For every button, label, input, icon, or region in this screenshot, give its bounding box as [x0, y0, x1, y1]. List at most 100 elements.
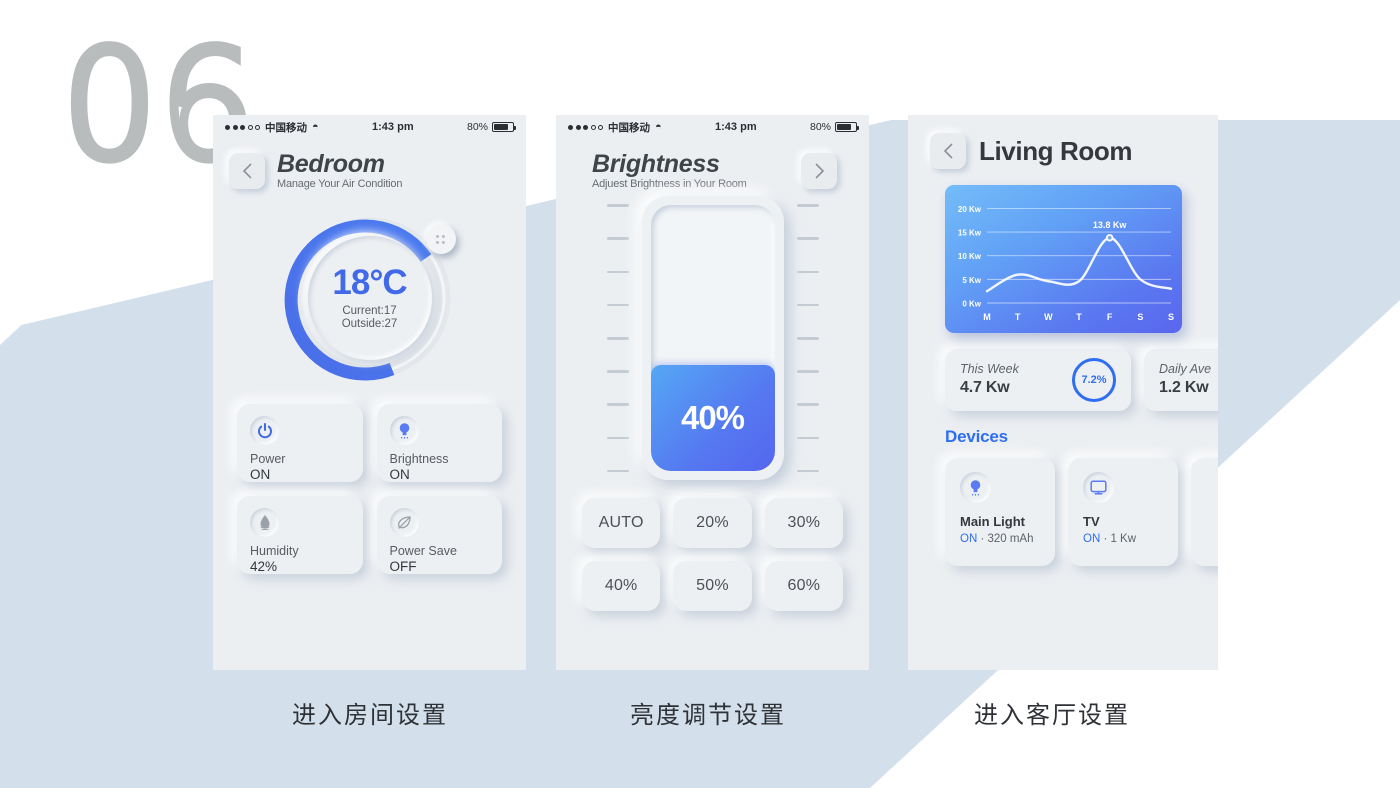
slider-ticks-left	[606, 204, 629, 473]
device-status: ON · 1 Kw	[1083, 533, 1178, 545]
control-card-value: ON	[389, 466, 410, 482]
bedroom-title-block: Bedroom Manage Your Air Condition	[277, 150, 403, 191]
living-room-header: Living Room	[908, 115, 1218, 169]
chevron-left-icon	[242, 163, 252, 179]
tv-icon	[1083, 472, 1114, 503]
page-subtitle: Manage Your Air Condition	[277, 178, 403, 191]
chevron-left-icon	[943, 143, 953, 159]
brightness-slider[interactable]: 40%	[641, 196, 784, 481]
device-status-detail: · 320 mAh	[977, 532, 1034, 545]
device-card-partial[interactable]	[1191, 458, 1218, 566]
phone-screen-living-room: Living Room 0 Kw 5 Kw 10 Kw 15 Kw 20 Kw M T W T F…	[908, 115, 1218, 670]
slider-fill[interactable]: 40%	[650, 364, 775, 472]
svg-text:M: M	[983, 312, 991, 322]
signal-dots-icon	[568, 124, 603, 130]
battery-icon	[492, 122, 516, 132]
droplet-icon	[250, 508, 279, 538]
svg-text:10 Kw: 10 Kw	[958, 252, 982, 261]
page-subtitle: Adjuest Brightness in Your Room	[592, 178, 747, 191]
svg-text:W: W	[1044, 312, 1053, 322]
brightness-header: Brightness Adjuest Brightness in Your Ro…	[556, 139, 869, 190]
svg-text:20 Kw: 20 Kw	[958, 205, 982, 214]
preset-button-auto[interactable]: AUTO	[582, 498, 661, 549]
stat-text-block: Daily Ave 1.2 Kw	[1159, 361, 1211, 398]
battery-percent-label: 80%	[809, 121, 831, 133]
preset-button-30[interactable]: 30%	[764, 498, 843, 549]
device-status-state: ON	[960, 532, 978, 545]
preset-button-40[interactable]: 40%	[582, 561, 661, 612]
clock-label: 1:43 pm	[372, 121, 414, 133]
caption-brightness: 亮度调节设置	[630, 701, 786, 729]
dial-knob-icon[interactable]	[425, 224, 456, 255]
dial-temperature: 18°C	[332, 262, 407, 302]
svg-text:0 Kw: 0 Kw	[962, 300, 981, 309]
brightness-title-block: Brightness Adjuest Brightness in Your Ro…	[592, 151, 747, 191]
forward-button[interactable]	[801, 152, 837, 189]
device-cards: Main Light ON · 320 mAh TV ON · 1 Kw	[908, 447, 1218, 566]
control-card-label: Brightness	[389, 452, 449, 467]
wifi-icon: ◓	[312, 121, 319, 133]
preset-button-20[interactable]: 20%	[673, 498, 752, 549]
phone-screen-brightness: 中国移动 ◓ 1:43 pm 80% Brightness Adjuest Br…	[556, 115, 869, 670]
battery-icon	[835, 122, 859, 132]
stat-label: Daily Ave	[1159, 362, 1212, 377]
bulb-icon	[960, 472, 991, 503]
preset-button-60[interactable]: 60%	[764, 561, 843, 612]
power-icon	[250, 416, 279, 446]
stat-card-this-week[interactable]: This Week 4.7 Kw 7.2%	[945, 349, 1131, 411]
caption-bedroom: 进入房间设置	[292, 701, 448, 729]
status-bar-left: 中国移动 ◓	[225, 120, 319, 135]
page-title: Living Room	[979, 135, 1133, 166]
stat-card-daily-average[interactable]: Daily Ave 1.2 Kw	[1144, 349, 1218, 411]
slider-track[interactable]: 40%	[650, 205, 775, 472]
stat-value: 1.2 Kw	[1159, 378, 1209, 396]
preset-button-50[interactable]: 50%	[673, 561, 752, 612]
status-bar-left: 中国移动 ◓	[568, 120, 662, 135]
control-card-power[interactable]: Power ON	[237, 404, 363, 483]
carrier-label: 中国移动	[265, 121, 307, 134]
control-card-power-save[interactable]: Power Save OFF	[376, 496, 502, 575]
device-name: TV	[1083, 514, 1100, 529]
battery-percent-label: 80%	[466, 121, 488, 133]
chevron-right-icon	[814, 163, 824, 179]
control-card-value: 42%	[250, 558, 278, 574]
dial-outside-temp: Outside:27	[341, 318, 398, 331]
carrier-label: 中国移动	[608, 121, 650, 134]
svg-text:T: T	[1076, 312, 1082, 322]
svg-text:5 Kw: 5 Kw	[962, 276, 981, 285]
temperature-dial[interactable]: 18°C Current:17 Outside:27	[280, 208, 460, 388]
control-card-label: Power	[250, 452, 286, 467]
clock-label: 1:43 pm	[715, 121, 757, 133]
svg-text:S: S	[1137, 312, 1143, 322]
status-bar-right: 80%	[809, 121, 859, 133]
bulb-icon	[389, 416, 419, 446]
dial-current-temp: Current:17	[342, 304, 397, 317]
brightness-slider-area: 40%	[556, 196, 869, 481]
device-card-tv[interactable]: TV ON · 1 Kw	[1068, 458, 1178, 566]
stat-text-block: This Week 4.7 Kw	[960, 361, 1019, 398]
control-card-brightness[interactable]: Brightness ON	[376, 404, 502, 483]
slider-ticks-right	[796, 204, 819, 473]
signal-dots-icon	[225, 124, 260, 130]
dial-readout: 18°C Current:17 Outside:27	[307, 236, 432, 361]
phone-screen-bedroom: 中国移动 ◓ 1:43 pm 80% Bedroom Manage Your A…	[213, 115, 526, 670]
back-button[interactable]	[930, 133, 966, 169]
slider-value-label: 40%	[680, 399, 745, 437]
device-card-main-light[interactable]: Main Light ON · 320 mAh	[945, 458, 1055, 566]
brightness-presets: AUTO 20% 30% 40% 50% 60%	[556, 480, 869, 612]
control-card-label: Humidity	[250, 544, 299, 559]
status-bar: 中国移动 ◓ 1:43 pm 80%	[556, 115, 869, 139]
control-card-value: ON	[250, 466, 271, 482]
stat-cards: This Week 4.7 Kw 7.2% Daily Ave 1.2 Kw	[908, 333, 1218, 411]
svg-text:15 Kw: 15 Kw	[958, 229, 982, 238]
caption-living-room: 进入客厅设置	[974, 701, 1130, 729]
svg-text:S: S	[1168, 312, 1174, 322]
svg-text:T: T	[1015, 312, 1021, 322]
chart-canvas: 0 Kw 5 Kw 10 Kw 15 Kw 20 Kw M T W T F S S 13.8 Kw	[958, 205, 1174, 322]
page-title: Bedroom	[277, 150, 385, 178]
energy-usage-chart[interactable]: 0 Kw 5 Kw 10 Kw 15 Kw 20 Kw M T W T F S S 13.8 Kw	[945, 185, 1182, 333]
control-card-humidity[interactable]: Humidity 42%	[237, 496, 363, 575]
device-status-detail: · 1 Kw	[1100, 532, 1137, 545]
svg-text:F: F	[1107, 312, 1113, 322]
back-button[interactable]	[229, 152, 265, 189]
